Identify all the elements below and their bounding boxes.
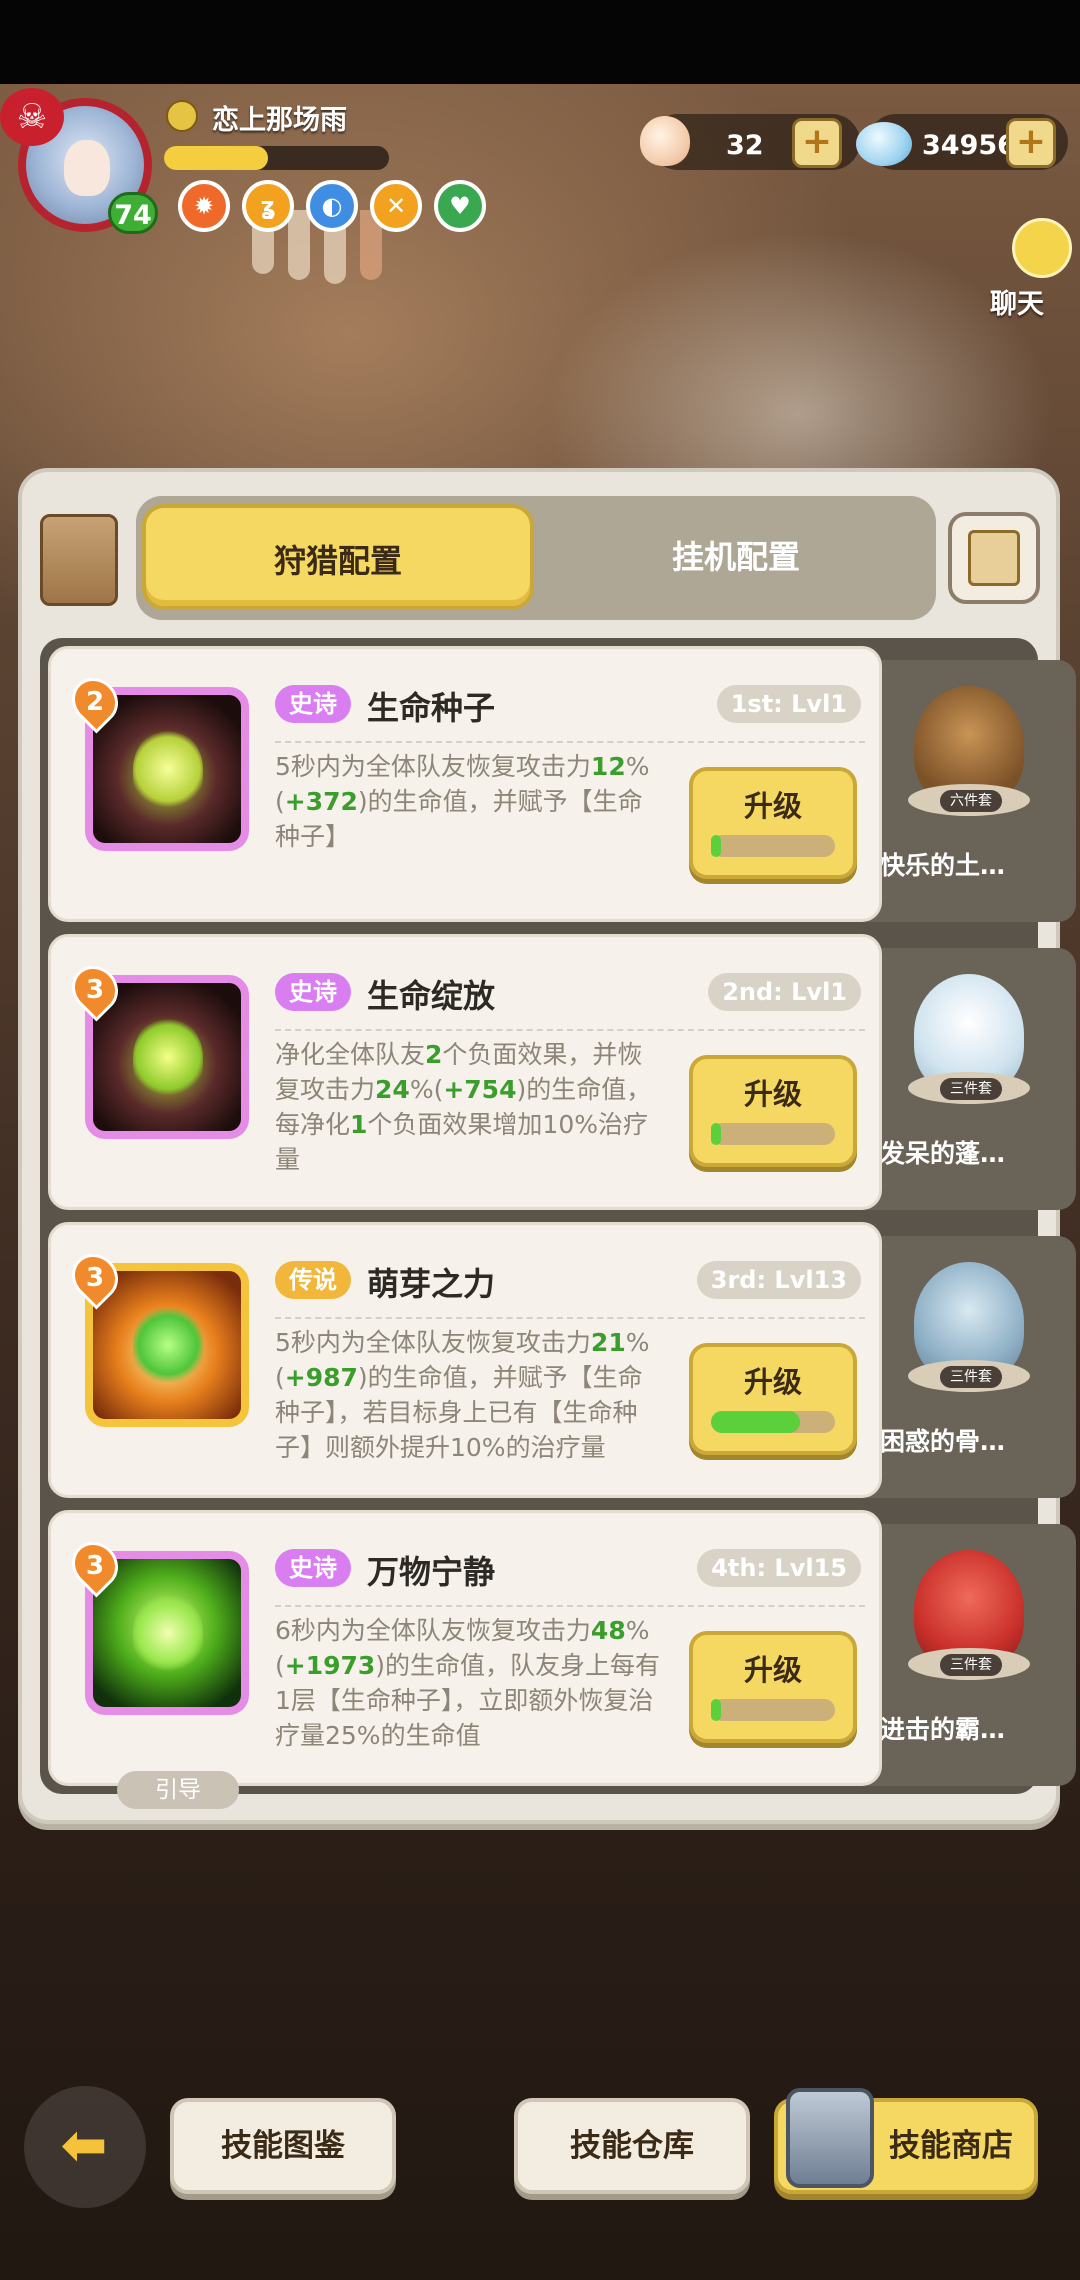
skill-row: 三件套 困惑的骨… 3 传说 萌芽之力 3rd: Lvl13 5秒内为全体队友恢… xyxy=(48,1222,1076,1498)
player-title-icon xyxy=(166,100,198,132)
skull-icon: ☠ xyxy=(0,88,64,146)
upgrade-button[interactable]: 升级 xyxy=(689,767,857,879)
upgrade-progress-fill xyxy=(711,1411,801,1433)
skill-level: 3 xyxy=(85,1263,105,1293)
skill-level: 3 xyxy=(85,1551,105,1581)
upgrade-progress-bar xyxy=(711,1699,835,1721)
chat-icon[interactable] xyxy=(1012,218,1072,278)
upgrade-label: 升级 xyxy=(743,789,802,823)
buff-shield-icon[interactable]: ◐ xyxy=(306,180,358,232)
skill-card[interactable]: 3 史诗 生命绽放 2nd: Lvl1 净化全体队友2个负面效果，并恢复攻击力2… xyxy=(48,934,882,1210)
set-piece-tag: 三件套 xyxy=(940,1654,1002,1676)
channel-tag: 引导 xyxy=(117,1771,239,1809)
skill-row: 三件套 发呆的蓬… 3 史诗 生命绽放 2nd: Lvl1 净化全体队友2个负面… xyxy=(48,934,1076,1210)
upgrade-progress-bar xyxy=(711,835,835,857)
divider xyxy=(275,1317,865,1319)
upgrade-progress-fill xyxy=(711,835,721,857)
upgrade-label: 升级 xyxy=(743,1653,802,1687)
skill-card[interactable]: 3 引导 史诗 万物宁静 4th: Lvl15 6秒内为全体队友恢复攻击力48%… xyxy=(48,1510,882,1809)
divider xyxy=(275,1605,865,1607)
skill-description: 5秒内为全体队友恢复攻击力12%(+372)的生命值，并赋予【生命种子】 xyxy=(275,752,650,851)
rarity-badge: 史诗 xyxy=(275,1549,351,1587)
divider xyxy=(275,741,865,743)
upgrade-progress-bar xyxy=(711,1411,835,1433)
player-level-badge: 74 xyxy=(108,192,158,234)
gem-icon xyxy=(856,122,912,166)
divider xyxy=(275,1029,865,1031)
tab-idle-config[interactable]: 挂机配置 xyxy=(540,504,932,610)
shell-count: 32 xyxy=(726,130,764,161)
status-bar xyxy=(0,0,1080,84)
skill-card[interactable]: 3 传说 萌芽之力 3rd: Lvl13 5秒内为全体队友恢复攻击力21%(+9… xyxy=(48,1222,882,1498)
skill-description: 净化全体队友2个负面效果，并恢复攻击力24%(+754)的生命值，每净化1个负面… xyxy=(275,1040,652,1174)
rarity-badge: 史诗 xyxy=(275,685,351,723)
shop-machine-icon xyxy=(786,2088,874,2188)
xp-bar xyxy=(164,146,389,170)
skill-level: 2 xyxy=(85,687,105,717)
set-name: 发呆的蓬… xyxy=(880,1139,1006,1168)
buff-swirl-icon[interactable]: ʓ xyxy=(242,180,294,232)
xp-bar-fill xyxy=(164,146,268,170)
add-gems-button[interactable]: + xyxy=(1006,118,1056,168)
skill-codex-button[interactable]: 技能图鉴 xyxy=(170,2098,396,2194)
set-piece-tag: 三件套 xyxy=(940,1078,1002,1100)
buff-sword-icon[interactable]: ✕ xyxy=(370,180,422,232)
guide-book-icon xyxy=(968,530,1020,586)
skill-slot-tag: 2nd: Lvl1 xyxy=(708,973,861,1011)
upgrade-button[interactable]: 升级 xyxy=(689,1055,857,1167)
set-name: 进击的霸… xyxy=(880,1715,1006,1744)
set-piece-tag: 六件套 xyxy=(940,790,1002,812)
buff-fire-icon[interactable]: ✹ xyxy=(178,180,230,232)
gem-count: 34956 xyxy=(922,130,1016,161)
equipment-set[interactable]: 三件套 进击的霸… xyxy=(868,1524,1076,1786)
skill-slot-tag: 1st: Lvl1 xyxy=(716,685,861,723)
chat-label[interactable]: 聊天 xyxy=(990,282,1044,321)
set-piece-tag: 三件套 xyxy=(940,1366,1002,1388)
equipment-set[interactable]: 六件套 快乐的土… xyxy=(868,660,1076,922)
upgrade-button[interactable]: 升级 xyxy=(689,1343,857,1455)
scroll-icon[interactable] xyxy=(40,514,118,606)
equipment-set[interactable]: 三件套 困惑的骨… xyxy=(868,1236,1076,1498)
heart-bloom-skill-icon xyxy=(133,1017,203,1097)
skill-card[interactable]: 2 史诗 生命种子 1st: Lvl1 5秒内为全体队友恢复攻击力12%(+37… xyxy=(48,646,882,922)
skill-slot-tag: 3rd: Lvl13 xyxy=(696,1261,861,1299)
shell-icon xyxy=(640,116,690,166)
upgrade-button[interactable]: 升级 xyxy=(689,1631,857,1743)
skill-description: 6秒内为全体队友恢复攻击力48%(+1973)的生命值，队友身上每有1层【生命种… xyxy=(275,1616,661,1750)
add-shells-button[interactable]: + xyxy=(792,118,842,168)
upgrade-progress-bar xyxy=(711,1123,835,1145)
skill-storage-button[interactable]: 技能仓库 xyxy=(514,2098,750,2194)
equipment-set[interactable]: 三件套 发呆的蓬… xyxy=(868,948,1076,1210)
skill-name: 万物宁静 xyxy=(367,1553,496,1591)
player-name: 恋上那场雨 xyxy=(212,105,347,136)
config-tabs: 狩猎配置 挂机配置 xyxy=(136,496,936,620)
back-button[interactable]: ⬅ xyxy=(24,2086,146,2208)
buff-heart-icon[interactable]: ♥ xyxy=(434,180,486,232)
skill-level: 3 xyxy=(85,975,105,1005)
sprout-skill-icon xyxy=(133,1305,203,1385)
set-name: 快乐的土… xyxy=(880,851,1006,880)
upgrade-progress-fill xyxy=(711,1123,721,1145)
upgrade-label: 升级 xyxy=(743,1077,802,1111)
upgrade-label: 升级 xyxy=(743,1365,802,1399)
skill-name: 萌芽之力 xyxy=(367,1265,496,1303)
skill-name: 生命绽放 xyxy=(367,977,496,1015)
rarity-badge: 史诗 xyxy=(275,973,351,1011)
avatar-face xyxy=(64,140,110,196)
skill-name: 生命种子 xyxy=(367,689,496,727)
guide-book-button[interactable] xyxy=(948,512,1040,604)
skill-description: 5秒内为全体队友恢复攻击力21%(+987)的生命值，并赋予【生命种子】，若目标… xyxy=(275,1328,650,1462)
back-arrow-icon: ⬅ xyxy=(60,2113,108,2178)
tranquil-skill-icon xyxy=(133,1593,203,1673)
background-fang xyxy=(288,210,310,280)
rarity-badge: 传说 xyxy=(275,1261,351,1299)
tab-hunt-config[interactable]: 狩猎配置 xyxy=(142,504,534,610)
skill-row: 三件套 进击的霸… 3 引导 史诗 万物宁静 4th: Lvl15 6秒内为全体… xyxy=(48,1510,1076,1809)
skill-row: 六件套 快乐的土… 2 史诗 生命种子 1st: Lvl1 5秒内为全体队友恢复… xyxy=(48,646,1076,922)
upgrade-progress-fill xyxy=(711,1699,721,1721)
skill-slot-tag: 4th: Lvl15 xyxy=(697,1549,861,1587)
set-name: 困惑的骨… xyxy=(880,1427,1006,1456)
seed-skill-icon xyxy=(133,729,203,809)
